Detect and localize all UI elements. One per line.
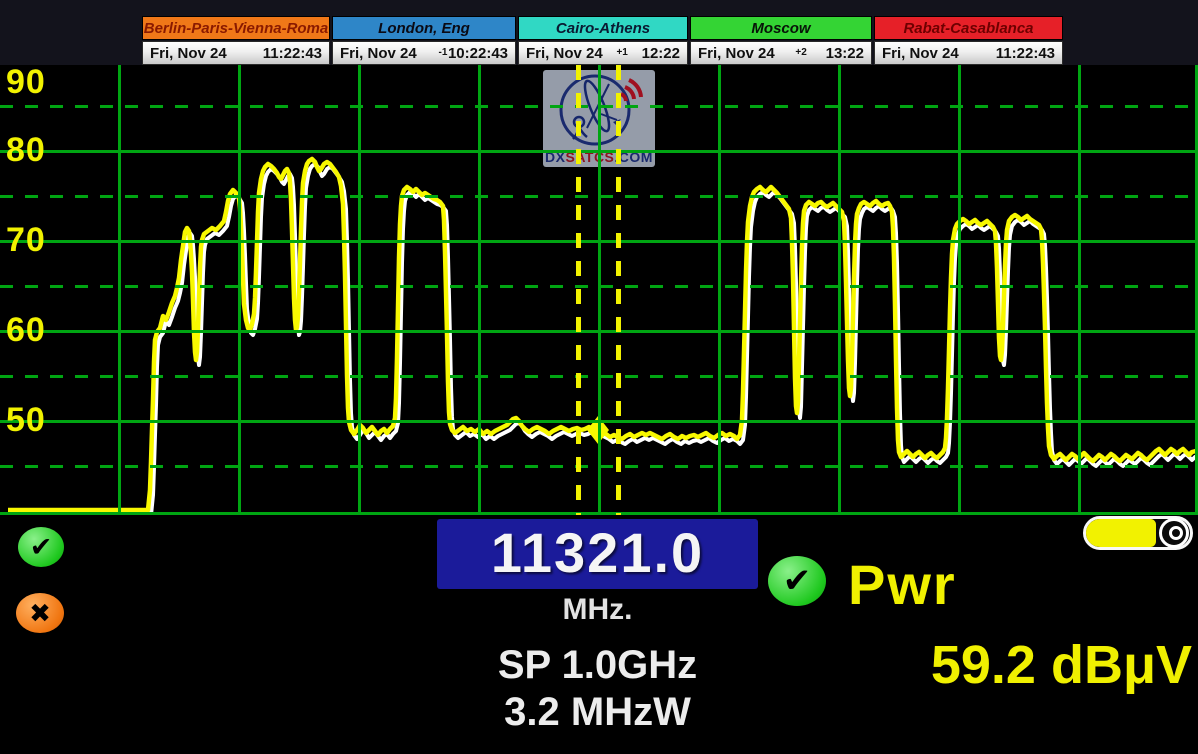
grid-line-vertical	[598, 65, 601, 515]
timezone-clock: Fri, Nov 24 11:22:43	[142, 41, 330, 65]
grid-line-vertical	[1078, 65, 1081, 515]
clock-zone: Rabat-Casablanca Fri, Nov 24 11:22:43	[874, 16, 1063, 65]
marker-band-line	[616, 65, 621, 515]
grid-line-vertical	[718, 65, 721, 515]
world-clock-bar: Berlin-Paris-Vienna-Roma Fri, Nov 24 11:…	[0, 0, 1198, 65]
timezone-clock: Fri, Nov 24 -1 10:22:43	[332, 41, 516, 65]
clock-date: Fri, Nov 24	[698, 42, 775, 66]
clock-utc-offset: +2	[795, 41, 806, 65]
clock-zone: Moscow Fri, Nov 24 +2 13:22	[690, 16, 872, 65]
toggle-knob[interactable]	[1159, 518, 1189, 548]
frequency-unit: MHz.	[437, 593, 758, 627]
timezone-label: London, Eng	[332, 16, 516, 40]
bandwidth-readout: 3.2 MHzW	[437, 690, 758, 735]
timezone-clock: Fri, Nov 24 11:22:43	[874, 41, 1063, 65]
clock-utc-offset: +1	[616, 41, 627, 65]
y-axis-tick-label: 50	[6, 400, 64, 440]
timezone-clock: Fri, Nov 24 +2 13:22	[690, 41, 872, 65]
clock-date: Fri, Nov 24	[882, 42, 959, 66]
pwr-mode-label: Pwr	[848, 552, 957, 617]
clock-date: Fri, Nov 24	[340, 42, 417, 66]
toggle-knob-ring	[1169, 526, 1183, 540]
timezone-clock: Fri, Nov 24 +1 12:22	[518, 41, 688, 65]
clock-zone: Berlin-Paris-Vienna-Roma Fri, Nov 24 11:…	[142, 16, 330, 65]
live-trace-yellow	[8, 159, 1196, 510]
clock-time: 11:22:43	[263, 42, 322, 66]
clock-date: Fri, Nov 24	[150, 42, 227, 66]
y-axis-tick-label: 90	[6, 62, 64, 102]
grid-line-vertical	[358, 65, 361, 515]
y-axis-tick-label: 70	[6, 220, 64, 260]
grid-line-vertical	[118, 65, 121, 515]
marker-band-line	[576, 65, 581, 515]
clock-time: 10:22:43	[448, 42, 508, 66]
pwr-status-check-icon: ✔	[18, 527, 64, 567]
timezone-label: Berlin-Paris-Vienna-Roma	[142, 16, 330, 40]
power-toggle[interactable]	[1083, 516, 1193, 550]
frequency-display[interactable]: 11321.0	[437, 519, 758, 589]
clock-time: 11:22:43	[996, 42, 1055, 66]
pwr-mode-value: 59.2 dBμV	[800, 634, 1192, 696]
clock-utc-offset: -1	[439, 41, 448, 65]
grid-line-vertical	[478, 65, 481, 515]
toggle-on-track	[1086, 519, 1156, 547]
clock-time: 13:22	[826, 42, 864, 66]
clock-date: Fri, Nov 24	[526, 42, 603, 66]
timezone-label: Rabat-Casablanca	[874, 16, 1063, 40]
pwr2-status-check-icon: ✔	[768, 556, 826, 606]
readout-panel: ✔ Pwr 59.2 dBμV ✖ C/N 1.0 dB 11321.0 MHz…	[0, 515, 1198, 754]
grid-line-vertical	[238, 65, 241, 515]
clock-zone: Cairo-Athens Fri, Nov 24 +1 12:22	[518, 16, 688, 65]
cn-status-cross-icon: ✖	[16, 593, 64, 633]
spectrum-analyzer-screen: Berlin-Paris-Vienna-Roma Fri, Nov 24 11:…	[0, 0, 1198, 754]
y-axis-tick-label: 80	[6, 130, 64, 170]
grid-line-vertical	[958, 65, 961, 515]
y-axis-tick-label: 60	[6, 310, 64, 350]
timezone-label: Moscow	[690, 16, 872, 40]
spectrum-plot: DXSATCS.COM 9080706050	[0, 65, 1198, 515]
timezone-label: Cairo-Athens	[518, 16, 688, 40]
span-readout: SP 1.0GHz	[437, 643, 758, 688]
clock-zone: London, Eng Fri, Nov 24 -1 10:22:43	[332, 16, 516, 65]
clock-time: 12:22	[642, 42, 680, 66]
grid-line-vertical	[838, 65, 841, 515]
